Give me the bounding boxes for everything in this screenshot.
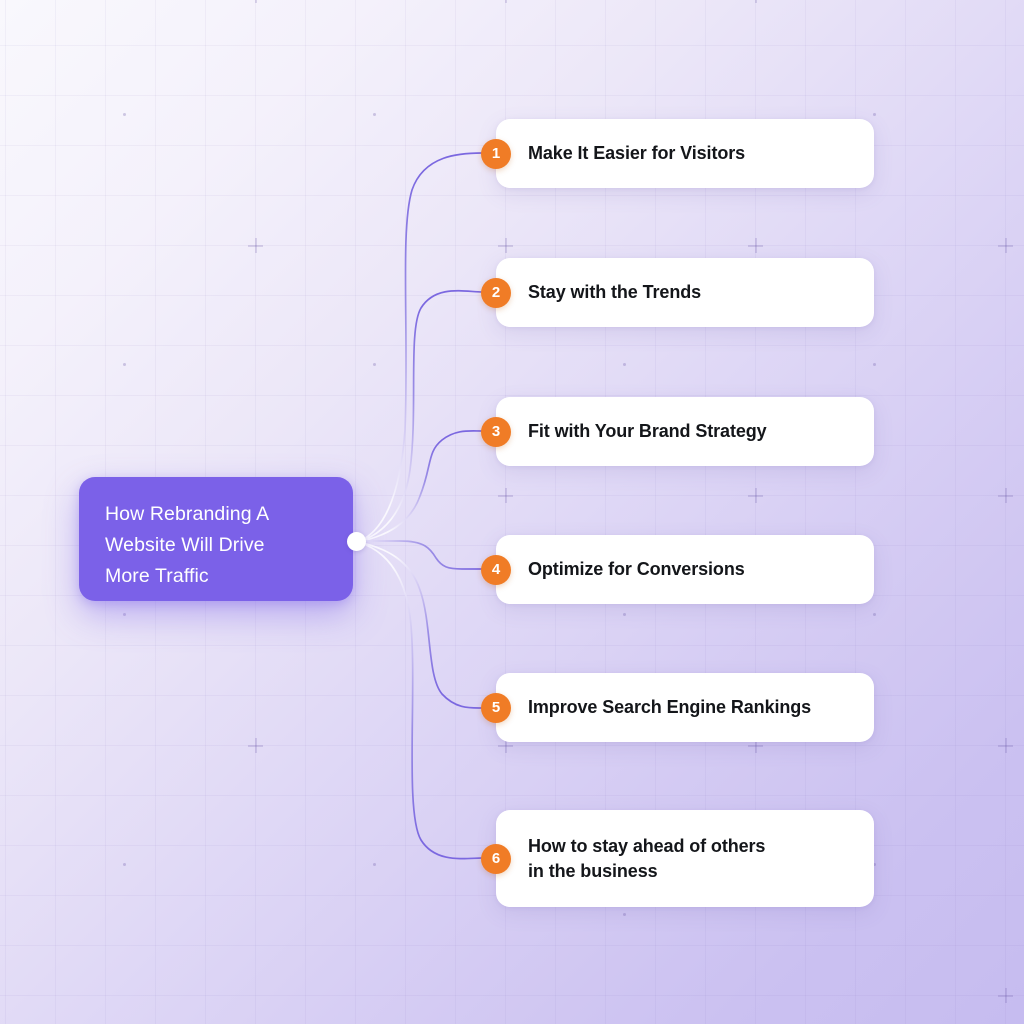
grid-dot-marker	[623, 613, 626, 616]
grid-dot-marker	[373, 363, 376, 366]
branch-number-badge-3: 3	[481, 416, 511, 447]
connector-branch-2	[357, 289, 483, 543]
grid-dot-marker	[373, 863, 376, 866]
crosshair-marker	[498, 0, 513, 3]
grid-dot-marker	[123, 363, 126, 366]
branch-label-2: Stay with the Trends	[528, 282, 702, 302]
grid-dot-marker	[623, 363, 626, 366]
connector-branch-1	[357, 152, 483, 543]
branch-card-1[interactable]: 1 Make It Easier for Visitors	[481, 119, 874, 188]
crosshair-marker	[748, 238, 763, 253]
connector-branch-3	[357, 430, 483, 543]
connector-branch-6	[357, 541, 483, 860]
grid-dot-marker	[623, 913, 626, 916]
connector-branch-5	[357, 541, 483, 709]
branch-card-5[interactable]: 5 Improve Search Engine Rankings	[481, 673, 874, 742]
branch-number-badge-4: 4	[481, 554, 511, 585]
branch-label-6: How to stay ahead of others in the busin…	[528, 835, 766, 881]
crosshair-marker	[748, 0, 763, 3]
branch-label-1: Make It Easier for Visitors	[528, 143, 746, 163]
branch-number-badge-6: 6	[481, 843, 511, 874]
grid-dot-marker	[123, 863, 126, 866]
branch-label-4: Optimize for Conversions	[528, 559, 745, 579]
central-hub-dot	[347, 532, 366, 551]
crosshair-marker	[998, 738, 1013, 753]
branch-number-badge-2: 2	[481, 277, 511, 308]
crosshair-marker	[248, 738, 263, 753]
central-node-title: How Rebranding A Website Will Drive More…	[105, 503, 270, 587]
branch-number-badge-1: 1	[481, 138, 511, 169]
branch-label-5: Improve Search Engine Rankings	[528, 697, 812, 717]
branch-card-6[interactable]: 6 How to stay ahead of others in the bus…	[481, 810, 874, 907]
grid-dot-marker	[373, 113, 376, 116]
branch-card-4[interactable]: 4 Optimize for Conversions	[481, 535, 874, 604]
crosshair-marker	[498, 238, 513, 253]
crosshair-marker	[498, 488, 513, 503]
branch-number-badge-5: 5	[481, 692, 511, 723]
branch-label-3: Fit with Your Brand Strategy	[528, 421, 767, 441]
crosshair-marker	[748, 488, 763, 503]
grid-dot-marker	[123, 113, 126, 116]
central-node[interactable]: How Rebranding A Website Will Drive More…	[79, 477, 353, 601]
mindmap-canvas: How Rebranding A Website Will Drive More…	[0, 0, 1024, 1024]
grid-dot-marker	[873, 363, 876, 366]
crosshair-marker	[998, 988, 1013, 1003]
crosshair-marker	[998, 238, 1013, 253]
branch-card-2[interactable]: 2 Stay with the Trends	[481, 258, 874, 327]
branch-card-3[interactable]: 3 Fit with Your Brand Strategy	[481, 397, 874, 466]
crosshair-marker	[248, 0, 263, 3]
grid-dot-marker	[873, 613, 876, 616]
grid-dot-marker	[123, 613, 126, 616]
crosshair-marker	[998, 488, 1013, 503]
crosshair-marker	[248, 238, 263, 253]
grid-dot-marker	[873, 113, 876, 116]
